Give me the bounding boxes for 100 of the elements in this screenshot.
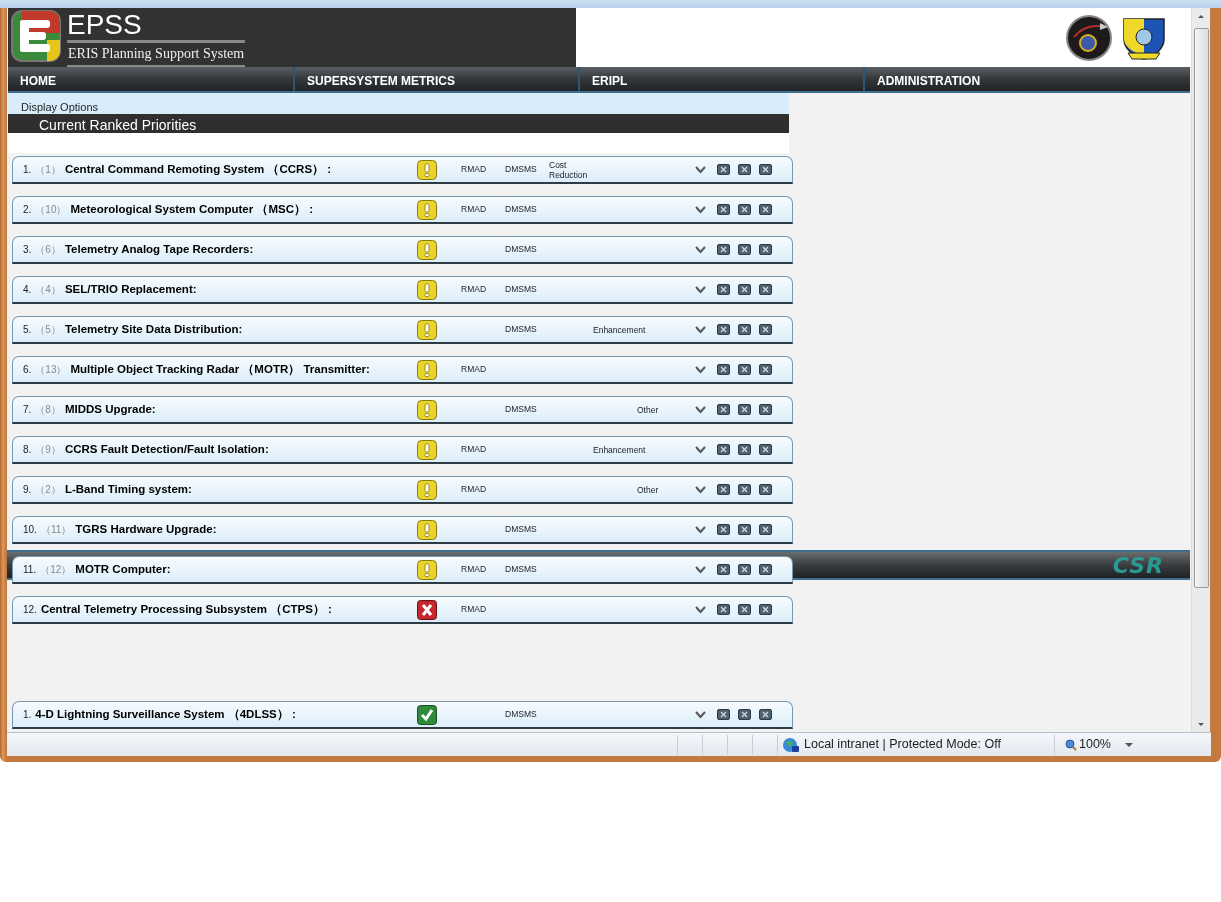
close-button[interactable] <box>738 324 751 335</box>
rank-number: （2） <box>35 483 61 497</box>
close-button[interactable] <box>717 484 730 495</box>
row-number: 7. <box>23 403 32 417</box>
close-button[interactable] <box>738 524 751 535</box>
close-button[interactable] <box>738 244 751 255</box>
close-button[interactable] <box>759 284 772 295</box>
close-button[interactable] <box>717 284 730 295</box>
chevron-down-icon[interactable] <box>695 165 706 174</box>
dmsms-label: DMSMS <box>505 244 537 255</box>
close-button[interactable] <box>738 484 751 495</box>
close-icon <box>720 166 727 173</box>
priority-row[interactable]: 7. （8） MIDDS Upgrade: DMSMS Other <box>12 396 793 424</box>
zoom-icon <box>1065 738 1077 751</box>
category-label: Cost Reduction <box>549 159 589 180</box>
rmad-label: RMAD <box>461 564 487 575</box>
priority-row[interactable]: 12. Central Telemetry Processing Subsystem （CTPS） : RMAD <box>12 596 793 624</box>
nav-link[interactable]: ADMINISTRATION <box>863 67 1148 91</box>
close-icon <box>762 286 769 293</box>
close-button[interactable] <box>759 524 772 535</box>
close-button[interactable] <box>717 364 730 375</box>
priority-row[interactable]: 4. （4） SEL/TRIO Replacement: RMAD DMSMS <box>12 276 793 304</box>
chevron-down-icon[interactable] <box>695 485 706 494</box>
priority-name: Telemetry Analog Tape Recorders: <box>64 241 254 257</box>
close-icon <box>762 406 769 413</box>
close-button[interactable] <box>717 524 730 535</box>
close-button[interactable] <box>759 484 772 495</box>
close-icon <box>762 166 769 173</box>
row-number: 10. <box>23 523 37 537</box>
close-button[interactable] <box>738 284 751 295</box>
priority-row[interactable]: 1. （1） Central Command Remoting System （CCRS） : RMAD DMSMS Cost Reduction <box>12 156 793 184</box>
scroll-thumb[interactable] <box>1193 28 1209 588</box>
priority-row[interactable]: 2. （10） Meteorological System Computer （MSC） : RMAD DMSMS <box>12 196 793 224</box>
close-button[interactable] <box>759 564 772 575</box>
chevron-down-icon[interactable] <box>695 365 706 374</box>
chevron-down-icon[interactable] <box>695 245 706 254</box>
chevron-down-icon[interactable] <box>695 405 706 414</box>
close-button[interactable] <box>717 324 730 335</box>
close-button[interactable] <box>759 164 772 175</box>
close-button[interactable] <box>759 444 772 455</box>
chevron-down-icon[interactable] <box>695 205 706 214</box>
priority-row[interactable]: 5. （5） Telemetry Site Data Distribution: DMSMS Enhancement <box>12 316 793 344</box>
row-number: 9. <box>23 483 32 497</box>
close-button[interactable] <box>717 444 730 455</box>
zoom-level[interactable]: 100% <box>1079 735 1111 754</box>
priority-row[interactable]: 10. （11） TGRS Hardware Upgrade: DMSMS <box>12 516 793 544</box>
close-button[interactable] <box>717 164 730 175</box>
close-icon <box>762 206 769 213</box>
close-button[interactable] <box>717 564 730 575</box>
chevron-down-icon[interactable] <box>695 605 706 614</box>
warning-icon <box>417 279 437 300</box>
close-icon <box>741 446 748 453</box>
close-button[interactable] <box>738 564 751 575</box>
scrollbar[interactable] <box>1191 8 1210 732</box>
row-number: 6. <box>23 363 32 377</box>
scroll-up-icon[interactable] <box>1198 14 1204 18</box>
close-button[interactable] <box>717 244 730 255</box>
dropdown-caret-icon[interactable] <box>1125 742 1133 747</box>
priority-row[interactable]: 11. （12） MOTR Computer: RMAD DMSMS <box>12 556 793 584</box>
close-icon <box>762 606 769 613</box>
priority-row[interactable]: 9. （2） L-Band Timing system: RMAD Other <box>12 476 793 504</box>
close-button[interactable] <box>759 204 772 215</box>
close-button[interactable] <box>717 404 730 415</box>
close-button[interactable] <box>738 164 751 175</box>
close-button[interactable] <box>717 604 730 615</box>
close-button[interactable] <box>738 204 751 215</box>
priority-row[interactable]: 6. （13） Multiple Object Tracking Radar （MOTR） Transmitter: RMAD <box>12 356 793 384</box>
close-button[interactable] <box>738 444 751 455</box>
chevron-down-icon[interactable] <box>695 445 706 454</box>
close-button[interactable] <box>738 604 751 615</box>
priority-row[interactable]: 8. （9） CCRS Fault Detection/Fault Isolation: RMAD Enhancement <box>12 436 793 464</box>
priority-row[interactable]: 3. （6） Telemetry Analog Tape Recorders: DMSMS <box>12 236 793 264</box>
close-button[interactable] <box>738 709 751 720</box>
close-button[interactable] <box>759 604 772 615</box>
close-button[interactable] <box>759 709 772 720</box>
chevron-down-icon[interactable] <box>695 525 706 534</box>
warning-icon <box>417 519 437 540</box>
close-button[interactable] <box>738 404 751 415</box>
close-button[interactable] <box>738 364 751 375</box>
chevron-down-icon[interactable] <box>695 325 706 334</box>
dmsms-label: DMSMS <box>505 709 537 720</box>
close-button[interactable] <box>759 404 772 415</box>
close-icon <box>741 486 748 493</box>
chevron-down-icon[interactable] <box>695 710 706 719</box>
nav-link[interactable]: HOME <box>8 67 293 91</box>
rank-number: （4） <box>35 283 61 297</box>
close-button[interactable] <box>759 364 772 375</box>
priority-row[interactable]: 1. 4-D Lightning Surveillance System （4DLSS） : DMSMS <box>12 701 793 729</box>
chevron-down-icon[interactable] <box>695 565 706 574</box>
close-icon <box>720 366 727 373</box>
close-button[interactable] <box>717 709 730 720</box>
close-button[interactable] <box>717 204 730 215</box>
rmad-label: RMAD <box>461 484 487 495</box>
nav-link[interactable]: SUPERSYSTEM METRICS <box>293 67 578 91</box>
chevron-down-icon[interactable] <box>695 285 706 294</box>
scroll-down-icon[interactable] <box>1198 722 1204 726</box>
nav-link[interactable]: ERIPL <box>578 67 863 91</box>
close-button[interactable] <box>759 324 772 335</box>
display-options-link[interactable]: Display Options <box>8 93 789 114</box>
close-button[interactable] <box>759 244 772 255</box>
